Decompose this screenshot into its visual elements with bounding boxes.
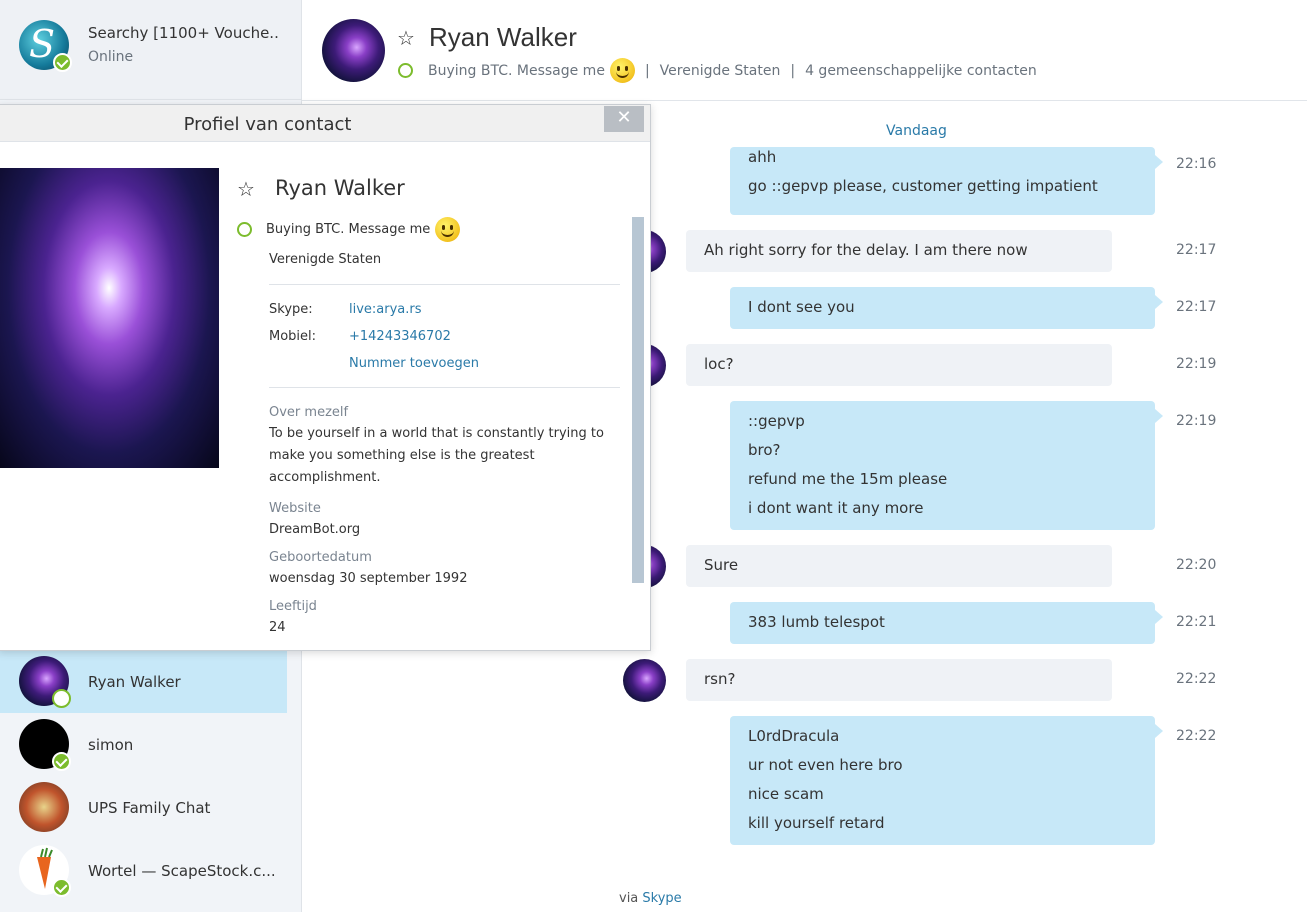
message-outgoing[interactable]: ahh go ::gepvp please, customer getting …: [730, 147, 1163, 215]
dialog-titlebar: Profiel van contact ✕: [0, 105, 650, 142]
my-name: Searchy [1100+ Vouche...: [88, 24, 278, 42]
contact-name: UPS Family Chat: [88, 799, 211, 817]
status-ring-icon: [398, 63, 413, 78]
contact-item-ryan-walker[interactable]: Ryan Walker: [0, 650, 287, 713]
message-line: refund me the 15m please: [748, 470, 948, 488]
separator: |: [644, 62, 650, 79]
message-time: 22:20: [1176, 557, 1217, 573]
message-incoming[interactable]: Sure: [686, 545, 1112, 587]
message-line: loc?: [704, 355, 734, 373]
conversation-header: ☆ Ryan Walker Buying BTC. Message me | V…: [302, 0, 1307, 101]
message-incoming[interactable]: Ah right sorry for the delay. I am there…: [686, 230, 1112, 272]
profile-name: Ryan Walker: [275, 176, 405, 200]
date-divider: Vandaag: [886, 123, 947, 139]
online-status-icon: [53, 53, 72, 72]
mobile-label: Mobiel:: [269, 329, 317, 344]
contact-item-ups-family-chat[interactable]: UPS Family Chat: [0, 776, 287, 839]
my-profile[interactable]: S Searchy [1100+ Vouche... Online: [0, 0, 301, 100]
contact-name: Ryan Walker: [88, 673, 181, 691]
close-button[interactable]: ✕: [604, 106, 644, 132]
message-line: I dont see you: [748, 298, 855, 316]
message-time: 22:22: [1176, 728, 1217, 744]
contact-item-simon[interactable]: simon: [0, 713, 287, 776]
message-outgoing[interactable]: 383 lumb telespot: [730, 602, 1163, 644]
message-time: 22:17: [1176, 299, 1217, 315]
message-time: 22:17: [1176, 242, 1217, 258]
message-line: ::gepvp: [748, 412, 805, 430]
contact-avatar[interactable]: [322, 19, 385, 82]
avatar-letter-icon: S: [29, 22, 56, 66]
message-time: 22:16: [1176, 156, 1217, 172]
via-label: via: [619, 891, 639, 906]
message-line: ur not even here bro: [748, 756, 903, 774]
mobile-number-link[interactable]: +14243346702: [349, 329, 451, 344]
scrollbar[interactable]: [632, 217, 644, 583]
message-outgoing[interactable]: ::gepvp bro? refund me the 15m please i …: [730, 401, 1163, 530]
message-line: ahh: [748, 148, 777, 166]
message-line: 383 lumb telespot: [748, 613, 885, 631]
skype-id-link[interactable]: live:arya.rs: [349, 302, 422, 317]
via-skype: via Skype: [619, 891, 682, 906]
message-line: nice scam: [748, 785, 824, 803]
status-offline-icon: [52, 689, 71, 708]
message-incoming[interactable]: loc?: [686, 344, 1112, 386]
website-value: DreamBot.org: [269, 522, 361, 537]
message-time: 22:19: [1176, 413, 1217, 429]
status-online-icon: [52, 878, 71, 897]
mood-text: Buying BTC. Message me: [266, 222, 431, 237]
birthday-label: Geboortedatum: [269, 550, 372, 565]
about-label: Over mezelf: [269, 405, 349, 420]
smiley-emoticon-icon: [435, 217, 461, 242]
contact-list: Ryan Walker simon UPS Family Chat Wortel…: [0, 650, 301, 902]
website-label: Website: [269, 501, 321, 516]
mutual-contacts-link[interactable]: 4 gemeenschappelijke contacten: [805, 63, 1037, 79]
divider: [269, 387, 620, 388]
message-line: L0rdDracula: [748, 727, 840, 745]
age-value: 24: [269, 620, 286, 635]
message-line: i dont want it any more: [748, 499, 924, 517]
sender-avatar: [623, 659, 666, 702]
message-incoming[interactable]: rsn?: [686, 659, 1112, 701]
message-time: 22:19: [1176, 356, 1217, 372]
age-label: Leeftijd: [269, 599, 317, 614]
profile-picture: [0, 168, 219, 468]
my-status[interactable]: Online: [88, 49, 133, 65]
contact-mood: Buying BTC. Message me: [428, 62, 605, 79]
dialog-title: Profiel van contact: [183, 114, 352, 135]
message-outgoing[interactable]: I dont see you: [730, 287, 1163, 329]
smiley-emoticon-icon: [609, 58, 635, 83]
add-number-link[interactable]: Nummer toevoegen: [349, 356, 479, 371]
separator: |: [790, 62, 796, 79]
contact-name: simon: [88, 736, 134, 754]
contact-country: Verenigde Staten: [659, 62, 781, 79]
message-line: kill yourself retard: [748, 814, 885, 832]
about-text: To be yourself in a world that is consta…: [269, 426, 604, 485]
message-line: Ah right sorry for the delay. I am there…: [704, 241, 1028, 259]
divider: [269, 284, 620, 285]
contact-meta: Buying BTC. Message me | Verenigde State…: [398, 58, 1037, 83]
message-line: Sure: [704, 556, 739, 574]
message-line: go ::gepvp please, customer getting impa…: [748, 177, 1098, 195]
favorite-star-icon[interactable]: ☆: [397, 26, 415, 50]
skype-window: S Searchy [1100+ Vouche... Online Ryan W…: [0, 0, 1307, 912]
birthday-value: woensdag 30 september 1992: [269, 571, 468, 586]
profile-mood: Buying BTC. Message me: [237, 217, 461, 242]
message-time: 22:22: [1176, 671, 1217, 687]
message-line: bro?: [748, 441, 781, 459]
skype-link[interactable]: Skype: [642, 891, 681, 906]
profile-country: Verenigde Staten: [269, 252, 382, 267]
message-line: rsn?: [704, 670, 736, 688]
contact-title[interactable]: Ryan Walker: [429, 22, 577, 53]
contact-name: Wortel — ScapeStock.c...: [88, 862, 276, 880]
avatar: [19, 782, 69, 832]
status-ring-icon: [237, 222, 252, 237]
skype-label: Skype:: [269, 302, 313, 317]
message-outgoing[interactable]: L0rdDracula ur not even here bro nice sc…: [730, 716, 1163, 845]
contact-profile-dialog: Profiel van contact ✕ ☆ Ryan Walker Buyi…: [0, 104, 651, 651]
contact-item-wortel[interactable]: Wortel — ScapeStock.c...: [0, 839, 287, 902]
status-online-icon: [52, 752, 71, 771]
favorite-star-icon[interactable]: ☆: [237, 177, 255, 201]
message-time: 22:21: [1176, 614, 1217, 630]
